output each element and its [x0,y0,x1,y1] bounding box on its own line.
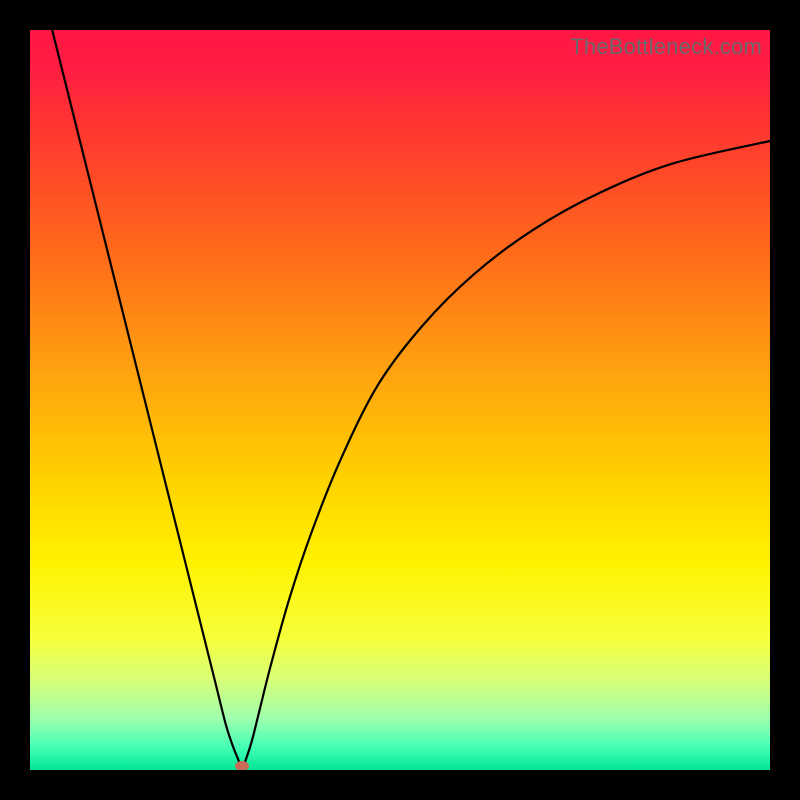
watermark-text: TheBottleneck.com [570,34,762,60]
bottleneck-curve [30,30,770,770]
outer-frame: TheBottleneck.com [0,0,800,800]
plot-area: TheBottleneck.com [30,30,770,770]
minimum-marker-dot [235,761,249,770]
